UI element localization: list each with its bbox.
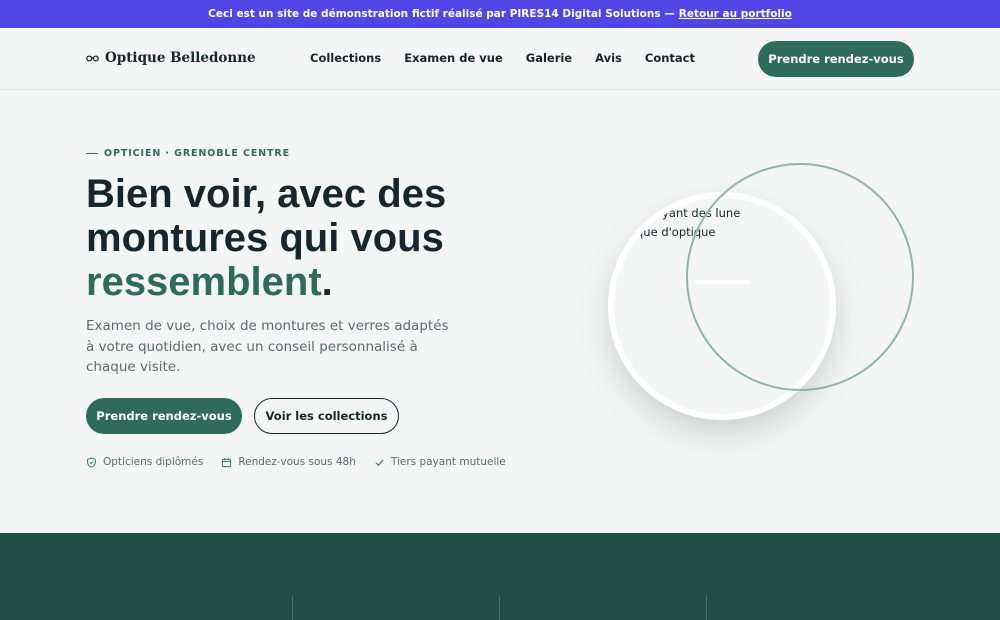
header-appointment-button[interactable]: Prendre rendez-vous [758,41,914,77]
feature-label: Tiers payant mutuelle [390,456,506,468]
hero-title: Bien voir, avec des montures qui vous re… [86,172,546,304]
band-divider [706,595,707,620]
main-nav: Collections Examen de vue Galerie Avis C… [310,51,695,65]
demo-banner-text: Ceci est un site de démonstration fictif… [208,8,675,20]
hero-features: Opticiens diplômés Rendez-vous sous 48h … [86,456,506,468]
nav-reviews[interactable]: Avis [595,51,622,65]
nav-collections[interactable]: Collections [310,51,381,65]
nav-eye-exam[interactable]: Examen de vue [404,51,503,65]
eyebrow-text: OPTICIEN · GRENOBLE CENTRE [104,148,291,159]
hero-title-line1: Bien voir, avec des [86,172,447,216]
nav-contact[interactable]: Contact [645,51,695,65]
demo-banner: Ceci est un site de démonstration fictif… [0,0,1000,28]
lens-ring [686,163,914,391]
hero-title-line2: montures qui vous [86,216,444,260]
calendar-icon [222,457,232,467]
feature-item: Opticiens diplômés [86,456,203,468]
view-collections-button[interactable]: Voir les collections [254,398,399,434]
eyebrow-dash [86,152,98,155]
feature-label: Opticiens diplômés [103,456,204,468]
portfolio-link[interactable]: Retour au portfolio [679,8,792,20]
stats-band [0,533,1000,620]
brand-logo[interactable]: Optique Belledonne [86,50,256,66]
feature-label: Rendez-vous sous 48h [238,456,356,468]
feature-item: Tiers payant mutuelle [374,456,506,468]
site-header: Optique Belledonne Collections Examen de… [0,28,1000,90]
feature-item: Rendez-vous sous 48h [221,456,356,468]
hero-description: Examen de vue, choix de montures et verr… [86,318,449,375]
hero-title-period: . [321,260,333,304]
check-icon [375,459,384,466]
brand-name: Optique Belledonne [105,50,256,66]
glasses-icon [86,55,99,62]
shield-check-icon [87,456,96,468]
band-divider [292,595,293,620]
band-divider [499,595,500,620]
hero-title-accent: ressemblent [86,260,322,304]
nav-gallery[interactable]: Galerie [526,51,572,65]
hero-illustration: essayant des lune que d'optique [600,160,920,430]
hero-eyebrow: OPTICIEN · GRENOBLE CENTRE [86,148,290,159]
hero-appointment-button[interactable]: Prendre rendez-vous [86,398,242,434]
